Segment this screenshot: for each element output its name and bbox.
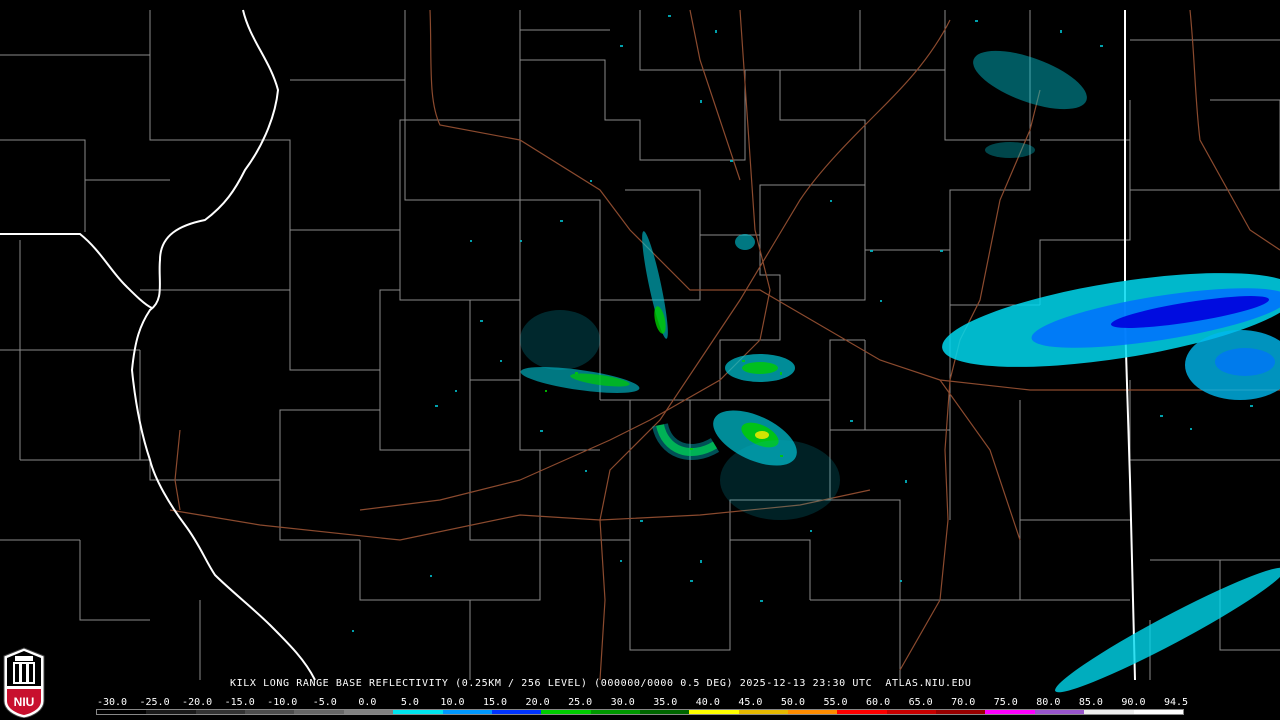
scale-label: -10.0 xyxy=(267,697,298,708)
scale-color-segment xyxy=(393,710,443,714)
scale-color-segment xyxy=(245,710,295,714)
scale-label: 25.0 xyxy=(568,697,593,708)
radar-map xyxy=(0,0,1280,720)
scale-label: 35.0 xyxy=(653,697,678,708)
scale-color-segment xyxy=(146,710,196,714)
scale-color-segment xyxy=(491,710,542,714)
scale-color-segment xyxy=(936,710,986,714)
scale-label: 85.0 xyxy=(1078,697,1103,708)
scale-label: 65.0 xyxy=(908,697,933,708)
scale-color-segment xyxy=(442,710,492,714)
scale-label: 50.0 xyxy=(780,697,805,708)
scale-label: 55.0 xyxy=(823,697,848,708)
scale-label: 15.0 xyxy=(482,697,508,708)
scale-color-segment xyxy=(985,710,1035,714)
scale-label: -20.0 xyxy=(182,697,213,708)
scale-label: -15.0 xyxy=(224,697,255,708)
scale-label: 80.0 xyxy=(1036,697,1061,708)
product-title: KILX LONG RANGE BASE REFLECTIVITY (0.25K… xyxy=(230,678,972,689)
scale-label: 5.0 xyxy=(400,697,419,708)
scale-color-segment xyxy=(1034,710,1085,714)
scale-label: 40.0 xyxy=(695,697,720,708)
scale-color-segment xyxy=(294,710,344,714)
scale-label: -5.0 xyxy=(312,697,337,708)
scale-color-segment xyxy=(689,710,739,714)
scale-label: 10.0 xyxy=(440,697,465,708)
scale-color-segment xyxy=(97,710,147,714)
scale-color-segment xyxy=(1084,710,1134,714)
scale-label: 45.0 xyxy=(738,697,763,708)
scale-color-segment xyxy=(837,710,887,714)
scale-label: 90.0 xyxy=(1121,697,1146,708)
scale-color-segment xyxy=(738,710,789,714)
scale-label: 70.0 xyxy=(951,697,976,708)
color-scale-bar xyxy=(96,709,1184,715)
scale-label: 75.0 xyxy=(993,697,1018,708)
scale-color-segment xyxy=(886,710,937,714)
scale-color-segment xyxy=(788,710,838,714)
scale-color-segment xyxy=(541,710,591,714)
scale-label: 60.0 xyxy=(866,697,891,708)
scale-color-segment xyxy=(195,710,246,714)
scale-color-segment xyxy=(343,710,394,714)
color-scale-labels: -30.0 -25.0 -20.0 -15.0 -10.0 -5.0 0.0 5.0 10.0 1… xyxy=(0,697,1280,709)
scale-label: 20.0 xyxy=(525,697,550,708)
scale-label: 0.0 xyxy=(358,697,377,708)
scale-color-segment xyxy=(590,710,640,714)
scale-label: 30.0 xyxy=(610,697,635,708)
scale-color-segment xyxy=(639,710,690,714)
scale-label: -30.0 xyxy=(96,697,128,708)
scale-label: 94.5 xyxy=(1163,697,1189,708)
scale-color-segment xyxy=(1133,710,1183,714)
scale-label: -25.0 xyxy=(139,697,170,708)
